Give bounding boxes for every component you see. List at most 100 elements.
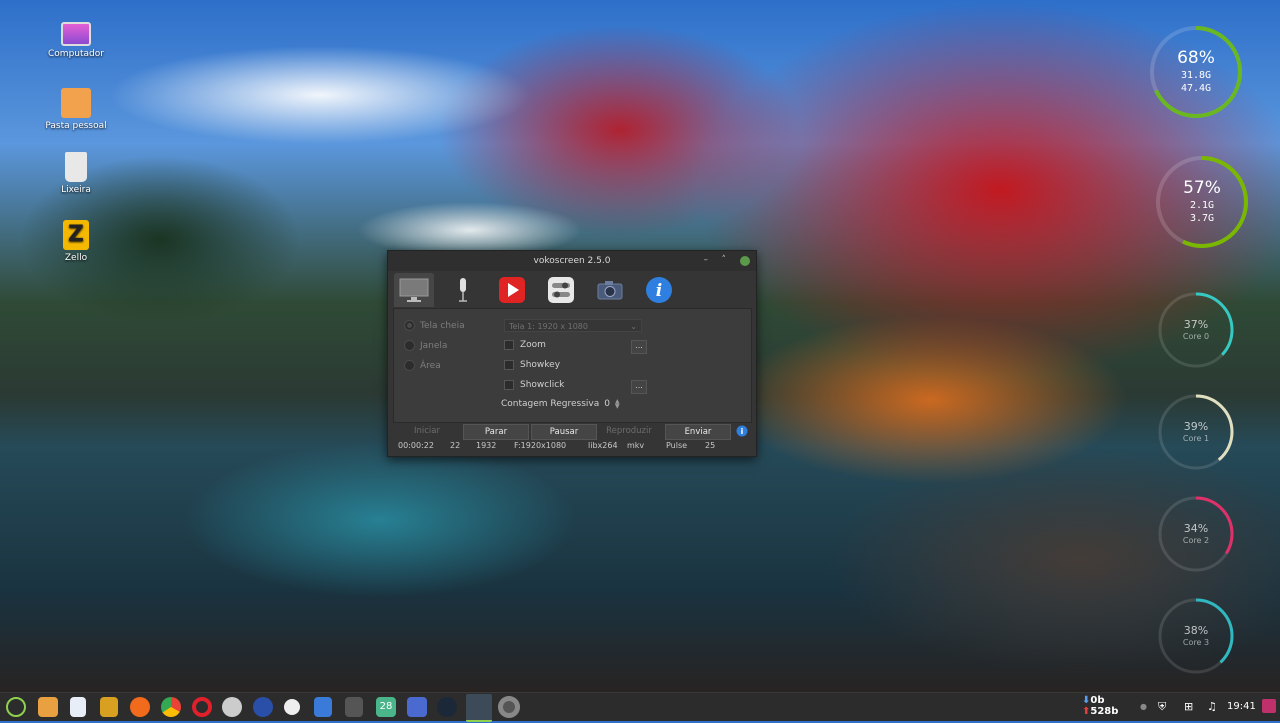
- firefox-icon[interactable]: [130, 697, 150, 717]
- swap-percent: 57%: [1183, 178, 1221, 198]
- area-radio[interactable]: Área: [404, 360, 441, 371]
- info-icon: i: [646, 277, 672, 303]
- calendar-icon[interactable]: 28: [376, 697, 396, 717]
- screen-panel: Tela cheia Janela Área Tela 1: 1920 x 10…: [393, 308, 752, 423]
- zoom-options-button[interactable]: ...: [631, 340, 647, 354]
- screen-select[interactable]: Tela 1: 1920 x 1080 ⌄: [504, 319, 642, 332]
- core-3-meter: 38% Core 3: [1156, 596, 1236, 676]
- ram-used: 31.8G: [1180, 70, 1212, 81]
- svg-text:i: i: [741, 427, 744, 436]
- title-bar[interactable]: vokoscreen 2.5.0 – ˄: [388, 251, 756, 271]
- net-up: 528b: [1090, 706, 1119, 717]
- home-folder-icon: [61, 88, 91, 118]
- home-folder-label: Pasta pessoal: [45, 121, 107, 131]
- archive-icon[interactable]: [100, 697, 118, 717]
- taskbar: 28 ⬇0b ⬆528b ● ⛨ ⊞ ♫ 19:41: [0, 692, 1280, 722]
- trash-label: Lixeira: [61, 185, 91, 195]
- clock[interactable]: 19:41: [1227, 693, 1256, 721]
- countdown-label: Contagem Regressiva: [501, 399, 600, 409]
- audio-tab[interactable]: [443, 273, 483, 307]
- files-icon[interactable]: [38, 697, 58, 717]
- monitor-icon: [399, 278, 429, 302]
- core-2-meter: 34% Core 2: [1156, 494, 1236, 574]
- computer-label: Computador: [48, 49, 104, 59]
- computer-desktop-icon[interactable]: Computador: [40, 18, 112, 59]
- screen-tab[interactable]: [394, 273, 434, 307]
- trash-desktop-icon[interactable]: Lixeira: [40, 152, 112, 195]
- window-radio[interactable]: Janela: [404, 340, 447, 351]
- fullscreen-radio[interactable]: Tela cheia: [404, 320, 465, 331]
- obs-icon[interactable]: [284, 699, 300, 715]
- zoom-checkbox-box: [504, 340, 514, 350]
- ram-total: 47.4G: [1180, 83, 1212, 94]
- showclick-options-button[interactable]: ...: [631, 380, 647, 394]
- zoom-checkbox[interactable]: Zoom: [504, 340, 546, 350]
- text-editor-icon[interactable]: [70, 697, 86, 717]
- vokoscreen-window: vokoscreen 2.5.0 – ˄ i Tela cheia Janela…: [387, 250, 757, 457]
- core-2-label: Core 2: [1182, 536, 1210, 545]
- status-frames: 1932: [476, 441, 497, 450]
- countdown-control: Contagem Regressiva 0 ▲ ▼: [501, 399, 620, 410]
- show-desktop-icon[interactable]: [1262, 699, 1276, 713]
- menu-icon[interactable]: [6, 697, 26, 717]
- spinbox-arrows-icon[interactable]: ▲ ▼: [615, 399, 620, 410]
- window-label: Janela: [420, 340, 448, 351]
- showclick-checkbox[interactable]: Showclick: [504, 380, 564, 390]
- stop-button[interactable]: Parar: [463, 424, 529, 440]
- transfer-icon[interactable]: [314, 697, 332, 717]
- minimize-button[interactable]: –: [704, 255, 709, 265]
- info-tab[interactable]: i: [639, 273, 679, 307]
- vokoscreen-task-icon[interactable]: [466, 694, 492, 722]
- help-icon[interactable]: i: [736, 425, 748, 437]
- start-button[interactable]: Iniciar: [395, 424, 459, 438]
- settings-tab[interactable]: [541, 273, 581, 307]
- play-button[interactable]: Reproduzir: [597, 424, 661, 438]
- steam-icon[interactable]: [437, 697, 457, 717]
- status-fps: 22: [450, 441, 461, 450]
- chrome-icon[interactable]: [161, 697, 181, 717]
- status-rate: 25: [705, 441, 716, 450]
- trash-icon: [65, 152, 87, 182]
- core-2-percent: 34%: [1183, 522, 1209, 535]
- computer-icon: [61, 22, 91, 46]
- close-button[interactable]: [740, 256, 750, 266]
- dot-icon: ●: [1140, 702, 1147, 711]
- core-3-percent: 38%: [1183, 624, 1209, 637]
- recorder-task-icon[interactable]: [498, 696, 520, 718]
- zello-desktop-icon[interactable]: Z Zello: [40, 220, 112, 263]
- countdown-spinbox[interactable]: 0: [604, 399, 610, 409]
- window-title: vokoscreen 2.5.0: [533, 256, 611, 266]
- status-audio: Pulse: [666, 441, 688, 450]
- ram-meter: 68% 31.8G 47.4G: [1148, 24, 1244, 120]
- tab-bar: i: [392, 273, 752, 307]
- disk-utility-icon[interactable]: [222, 697, 242, 717]
- fullscreen-radio-dot: [404, 320, 415, 331]
- zello-label: Zello: [64, 253, 88, 263]
- opera-icon[interactable]: [192, 697, 212, 717]
- core-3-label: Core 3: [1182, 638, 1210, 647]
- core-1-meter: 39% Core 1: [1156, 392, 1236, 472]
- video-tab[interactable]: [492, 273, 532, 307]
- status-bar: 00:00:22 22 1932 F:1920x1080 libx264 mkv…: [398, 441, 748, 453]
- sound-icon[interactable]: ♫: [1207, 693, 1217, 721]
- core-0-percent: 37%: [1183, 318, 1209, 331]
- area-radio-dot: [404, 360, 415, 371]
- camera-icon: [597, 281, 623, 300]
- app-icon[interactable]: [253, 697, 273, 717]
- window-list-icon[interactable]: [407, 697, 427, 717]
- webcam-tab[interactable]: [590, 273, 630, 307]
- swap-meter: 57% 2.1G 3.7G: [1154, 154, 1250, 250]
- pause-button[interactable]: Pausar: [531, 424, 597, 440]
- microphone-icon: [459, 278, 467, 302]
- maximize-button[interactable]: ˄: [722, 255, 727, 265]
- core-0-label: Core 0: [1182, 332, 1210, 341]
- tool-icon[interactable]: [345, 697, 363, 717]
- send-button[interactable]: Enviar: [665, 424, 731, 440]
- status-format: F:1920x1080: [514, 441, 567, 450]
- network-icon[interactable]: ⊞: [1184, 693, 1193, 721]
- home-folder-desktop-icon[interactable]: Pasta pessoal: [40, 88, 112, 131]
- showkey-checkbox[interactable]: Showkey: [504, 360, 560, 370]
- shield-icon[interactable]: ⛨: [1158, 693, 1166, 721]
- ram-percent: 68%: [1177, 48, 1215, 68]
- swap-total: 3.7G: [1189, 213, 1215, 224]
